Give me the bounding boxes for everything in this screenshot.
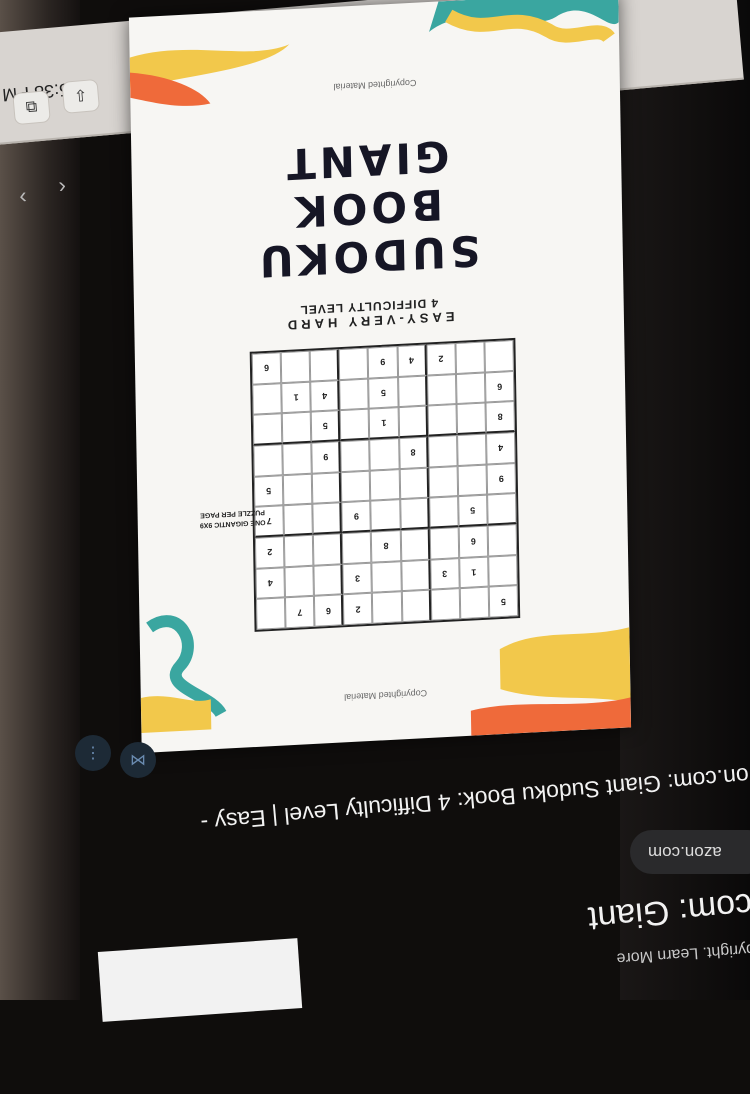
sudoku-cell: 6 bbox=[251, 352, 282, 385]
sudoku-cell: 9 bbox=[341, 501, 372, 534]
paint-splash-bottom bbox=[140, 615, 632, 736]
share-result-button[interactable]: ⋈ bbox=[120, 742, 156, 778]
sudoku-cell bbox=[253, 444, 283, 477]
sudoku-cell bbox=[484, 339, 514, 373]
sudoku-cell: 2 bbox=[426, 343, 456, 376]
sudoku-cell: 6 bbox=[484, 370, 515, 403]
sudoku-cell bbox=[400, 559, 431, 592]
sudoku-cell bbox=[455, 372, 486, 405]
sudoku-cell bbox=[400, 528, 430, 561]
sudoku-cell: 4 bbox=[255, 566, 286, 600]
book-cover-image[interactable]: Copyrighted Material EASY-VERY HARD 4 DI… bbox=[128, 0, 632, 753]
sudoku-cell bbox=[399, 497, 430, 531]
sudoku-grid: 526713346825979548981565412496 bbox=[249, 337, 521, 632]
chevron-left-icon[interactable]: ‹ bbox=[18, 183, 28, 210]
sudoku-cell bbox=[398, 405, 428, 439]
sudoku-cell bbox=[312, 471, 342, 505]
sudoku-cell: 3 bbox=[342, 562, 373, 595]
sudoku-cell bbox=[427, 435, 458, 468]
sudoku-cell bbox=[399, 467, 429, 500]
sudoku-cell bbox=[427, 404, 457, 437]
tabs-icon: ⧉ bbox=[25, 98, 38, 117]
share-button[interactable]: ⇧ bbox=[61, 78, 101, 114]
sudoku-cell: 6 bbox=[458, 525, 489, 558]
more-options-button[interactable]: ⋮ bbox=[75, 735, 111, 771]
sudoku-cell: 8 bbox=[485, 401, 515, 434]
sudoku-cell bbox=[309, 349, 340, 382]
title-line-2: SUDOKU BOOK bbox=[255, 179, 481, 287]
sudoku-cell: 9 bbox=[486, 462, 517, 495]
share-icon: ⇧ bbox=[73, 87, 89, 106]
sudoku-cell bbox=[487, 524, 518, 557]
sudoku-cell bbox=[338, 347, 369, 380]
sudoku-cell: 8 bbox=[371, 530, 401, 563]
more-vertical-icon: ⋮ bbox=[85, 745, 101, 762]
sudoku-cell bbox=[313, 533, 343, 566]
sudoku-cell bbox=[341, 470, 371, 503]
sudoku-cell: 5 bbox=[253, 474, 284, 508]
site-label: azon.com bbox=[648, 843, 722, 862]
sudoku-cell: 5 bbox=[310, 410, 341, 443]
sudoku-cell: 9 bbox=[368, 346, 398, 379]
sudoku-cell bbox=[370, 468, 400, 502]
sudoku-cell bbox=[397, 375, 428, 408]
sudoku-cell bbox=[428, 496, 459, 529]
side-note: ONE GIGANTIC 9X9 PUZZLE PER PAGE bbox=[199, 508, 266, 529]
chevron-right-icon[interactable]: › bbox=[57, 172, 67, 199]
sudoku-cell: 1 bbox=[281, 381, 311, 414]
sudoku-cell bbox=[281, 412, 312, 445]
book-title: EASY-VERY HARD 4 DIFFICULTY LEVEL SUDOKU… bbox=[201, 127, 534, 337]
sudoku-cell: 1 bbox=[458, 556, 489, 589]
sudoku-cell bbox=[282, 473, 313, 506]
sudoku-cell bbox=[370, 499, 401, 532]
sudoku-cell bbox=[340, 439, 371, 472]
sudoku-cell: 4 bbox=[310, 379, 341, 413]
sudoku-cell bbox=[455, 341, 485, 374]
sudoku-cell bbox=[284, 534, 314, 567]
sudoku-cell bbox=[284, 565, 315, 598]
sudoku-cell bbox=[282, 442, 313, 475]
sudoku-cell bbox=[280, 350, 311, 383]
sudoku-cell bbox=[371, 560, 402, 594]
site-chip[interactable]: azon.com bbox=[630, 830, 750, 874]
sudoku-cell: 4 bbox=[485, 432, 516, 465]
sudoku-cell: 5 bbox=[368, 376, 399, 409]
sudoku-cell bbox=[369, 438, 400, 471]
tabs-button[interactable]: ⧉ bbox=[12, 90, 51, 126]
sudoku-cell bbox=[339, 378, 370, 411]
sudoku-cell bbox=[456, 433, 487, 466]
sudoku-cell bbox=[342, 531, 372, 564]
sudoku-cell: 3 bbox=[429, 557, 460, 591]
sudoku-cell: 8 bbox=[398, 436, 429, 469]
sudoku-cell bbox=[486, 493, 517, 526]
sudoku-cell bbox=[252, 413, 283, 446]
sudoku-cell bbox=[312, 502, 343, 535]
sudoku-cell bbox=[340, 408, 370, 442]
result-thumbnail[interactable] bbox=[97, 938, 303, 1022]
sudoku-cell: 5 bbox=[457, 494, 488, 528]
sudoku-cell bbox=[456, 402, 486, 436]
sudoku-cell bbox=[429, 527, 459, 560]
sudoku-cell bbox=[313, 563, 344, 597]
sudoku-cell: 1 bbox=[369, 407, 399, 440]
sudoku-cell bbox=[428, 465, 458, 498]
sudoku-cell bbox=[457, 464, 487, 497]
sudoku-cell: 9 bbox=[311, 441, 342, 474]
sudoku-cell: 4 bbox=[397, 344, 427, 377]
sudoku-cell: 2 bbox=[254, 536, 285, 569]
sudoku-cell bbox=[426, 373, 457, 406]
share-nodes-icon: ⋈ bbox=[130, 752, 146, 769]
sudoku-cell bbox=[252, 382, 282, 416]
sudoku-cell bbox=[283, 504, 314, 537]
sudoku-cell bbox=[488, 554, 518, 587]
